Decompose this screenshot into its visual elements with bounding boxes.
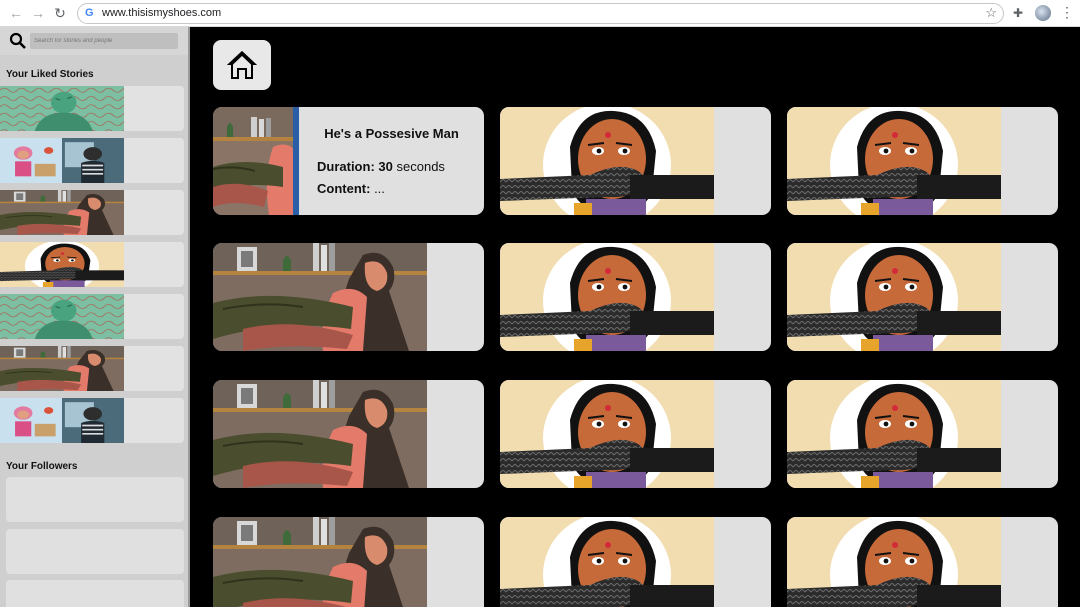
forward-arrow-icon[interactable]: → (30, 5, 46, 21)
story-card[interactable] (213, 380, 484, 488)
search-input[interactable] (30, 33, 178, 49)
back-arrow-icon[interactable]: ← (8, 5, 24, 21)
story-card[interactable] (500, 380, 771, 488)
story-card[interactable] (787, 380, 1058, 488)
story-illustration (500, 243, 714, 351)
story-thumbnail (0, 294, 124, 339)
liked-story-item[interactable] (0, 190, 184, 235)
story-content: Content: ... (317, 181, 385, 196)
liked-story-item[interactable] (0, 138, 184, 183)
content-value: ... (374, 181, 385, 196)
story-illustration (213, 380, 427, 488)
follower-item[interactable] (6, 580, 184, 607)
duration-unit: seconds (396, 159, 445, 174)
liked-story-item[interactable] (0, 242, 184, 287)
liked-story-item[interactable] (0, 398, 184, 443)
story-illustration (500, 517, 714, 607)
home-button[interactable] (213, 40, 271, 90)
liked-stories-heading: Your Liked Stories (6, 69, 94, 80)
story-thumbnail (0, 190, 124, 235)
story-card[interactable] (500, 517, 771, 607)
duration-label: Duration: (317, 159, 375, 174)
follower-item[interactable] (6, 529, 184, 574)
story-illustration (213, 243, 427, 351)
story-card[interactable] (787, 243, 1058, 351)
story-illustration (787, 107, 1001, 215)
profile-avatar[interactable] (1035, 5, 1051, 21)
story-illustration (787, 243, 1001, 351)
story-card[interactable] (787, 107, 1058, 215)
story-illustration (213, 517, 427, 607)
story-thumbnail (0, 242, 124, 287)
browser-toolbar: ← → ↻ G www.thisismyshoes.com ☆ ✚ ⋮ (0, 0, 1080, 27)
story-illustration (500, 380, 714, 488)
sidebar: Your Liked Stories Your Followers (0, 27, 190, 607)
url-text[interactable]: www.thisismyshoes.com (102, 7, 221, 19)
browser-menu-icon[interactable]: ⋮ (1060, 4, 1074, 21)
google-icon: G (85, 7, 94, 19)
bookmark-star-icon[interactable]: ☆ (985, 5, 997, 21)
followers-heading: Your Followers (6, 461, 78, 472)
search-icon[interactable] (9, 32, 27, 50)
story-card[interactable] (787, 517, 1058, 607)
story-illustration (213, 107, 299, 215)
story-illustration (787, 517, 1001, 607)
story-title: He's a Possesive Man (324, 126, 459, 141)
home-icon (227, 51, 257, 79)
liked-story-item[interactable] (0, 346, 184, 391)
extensions-puzzle-icon[interactable]: ✚ (1013, 6, 1023, 20)
story-thumbnail (0, 138, 124, 183)
story-illustration (500, 107, 714, 215)
story-card[interactable] (213, 517, 484, 607)
story-card-featured[interactable]: He's a Possesive Man Duration: 30 second… (213, 107, 484, 215)
address-bar[interactable]: G www.thisismyshoes.com ☆ (77, 3, 1004, 24)
story-card[interactable] (500, 243, 771, 351)
liked-story-item[interactable] (0, 86, 184, 131)
story-card[interactable] (500, 107, 771, 215)
reload-icon[interactable]: ↻ (52, 5, 68, 21)
stories-grid-area: He's a Possesive Man Duration: 30 second… (192, 27, 1080, 607)
story-card[interactable] (213, 243, 484, 351)
story-thumbnail (0, 346, 124, 391)
story-illustration (787, 380, 1001, 488)
follower-item[interactable] (6, 477, 184, 522)
liked-story-item[interactable] (0, 294, 184, 339)
search-bar (0, 27, 188, 55)
story-thumbnail (0, 398, 124, 443)
story-thumbnail (0, 86, 124, 131)
content-label: Content: (317, 181, 371, 196)
story-duration: Duration: 30 seconds (317, 159, 445, 174)
duration-value: 30 (378, 159, 393, 174)
